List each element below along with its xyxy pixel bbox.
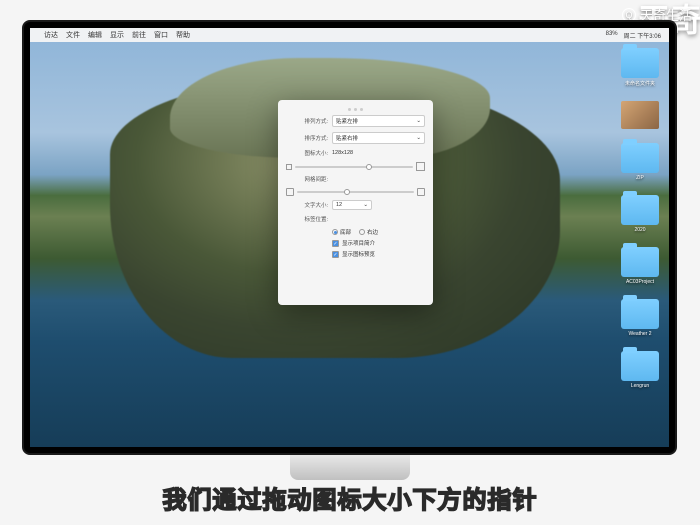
folder-icon — [621, 299, 659, 329]
small-icon — [286, 164, 292, 170]
subtitle-caption: 我们通过拖动图标大小下方的指针 — [0, 480, 700, 515]
folder-icon — [621, 195, 659, 225]
radio-right[interactable]: 右边 — [359, 228, 378, 236]
desktop-thumb[interactable] — [619, 101, 661, 129]
menu-finder[interactable]: 访达 — [44, 30, 58, 40]
desktop-folder[interactable]: ZIP — [619, 143, 661, 181]
menu-help[interactable]: 帮助 — [176, 30, 190, 40]
menu-go[interactable]: 前往 — [132, 30, 146, 40]
check-item-info[interactable]: ✓显示项目简介 — [332, 239, 425, 247]
arrange-label: 排列方式: — [286, 117, 328, 125]
monitor-frame: 访达 文件 编辑 显示 前往 窗口 帮助 83% 周二 下午3:06 排列方式:… — [22, 20, 677, 455]
text-size-select[interactable]: 12⌄ — [332, 200, 372, 210]
sort-select[interactable]: 贴紧右排⌄ — [332, 132, 425, 144]
desktop-folder[interactable]: Weather 2 — [619, 299, 661, 337]
chevron-icon: ⌄ — [363, 202, 368, 208]
menu-view[interactable]: 显示 — [110, 30, 124, 40]
menu-status: 83% 周二 下午3:06 — [606, 31, 661, 40]
menu-edit[interactable]: 编辑 — [88, 30, 102, 40]
folder-icon — [621, 351, 659, 381]
clock[interactable]: 周二 下午3:06 — [624, 31, 661, 40]
monitor-stand — [290, 455, 410, 480]
slider-thumb[interactable] — [366, 164, 372, 170]
radio-icon — [359, 229, 365, 235]
desktop-folder[interactable]: 未命名文件夹 — [619, 48, 661, 87]
image-icon — [621, 101, 659, 129]
radio-bottom[interactable]: 底部 — [332, 228, 351, 236]
chevron-icon: ⌄ — [416, 135, 421, 141]
panel-traffic-lights[interactable] — [286, 108, 425, 111]
icon-size-label: 图标大小: — [286, 149, 328, 157]
grid-slider[interactable] — [297, 191, 414, 193]
text-size-label: 文字大小: — [286, 201, 328, 209]
arrange-select[interactable]: 贴紧左排⌄ — [332, 115, 425, 127]
radio-icon — [332, 229, 338, 235]
desktop-folder[interactable]: AC03Project — [619, 247, 661, 285]
desktop-folder[interactable]: 2020 — [619, 195, 661, 233]
battery-percent[interactable]: 83% — [606, 31, 618, 40]
folder-icon — [621, 48, 659, 78]
desktop-folder[interactable]: Lengrun — [619, 351, 661, 389]
chevron-icon: ⌄ — [416, 118, 421, 124]
desktop[interactable]: 访达 文件 编辑 显示 前往 窗口 帮助 83% 周二 下午3:06 排列方式:… — [30, 28, 669, 447]
menu-window[interactable]: 窗口 — [154, 30, 168, 40]
sort-label: 排序方式: — [286, 134, 328, 142]
grid-large-icon — [417, 188, 425, 196]
label-pos-label: 标签位置: — [286, 215, 328, 223]
grid-label: 网格间距: — [286, 175, 328, 183]
menu-file[interactable]: 文件 — [66, 30, 80, 40]
check-icon-preview[interactable]: ✓显示图标预览 — [332, 250, 425, 258]
folder-icon — [621, 247, 659, 277]
icon-size-value: 128x128 — [332, 150, 353, 156]
checkbox-icon: ✓ — [332, 251, 339, 258]
desktop-icons: 未命名文件夹 ZIP 2020 AC03Project Weather 2 Le… — [619, 48, 661, 389]
icon-size-slider[interactable] — [295, 166, 413, 168]
menubar[interactable]: 访达 文件 编辑 显示 前往 窗口 帮助 83% 周二 下午3:06 — [30, 28, 669, 42]
view-options-panel: 排列方式: 贴紧左排⌄ 排序方式: 贴紧右排⌄ 图标大小: 128x128 网格… — [278, 100, 433, 305]
large-icon — [416, 162, 425, 171]
menu-items: 访达 文件 编辑 显示 前往 窗口 帮助 — [44, 30, 190, 40]
slider-thumb[interactable] — [344, 189, 350, 195]
folder-icon — [621, 143, 659, 173]
grid-small-icon — [286, 188, 294, 196]
checkbox-icon: ✓ — [332, 240, 339, 247]
